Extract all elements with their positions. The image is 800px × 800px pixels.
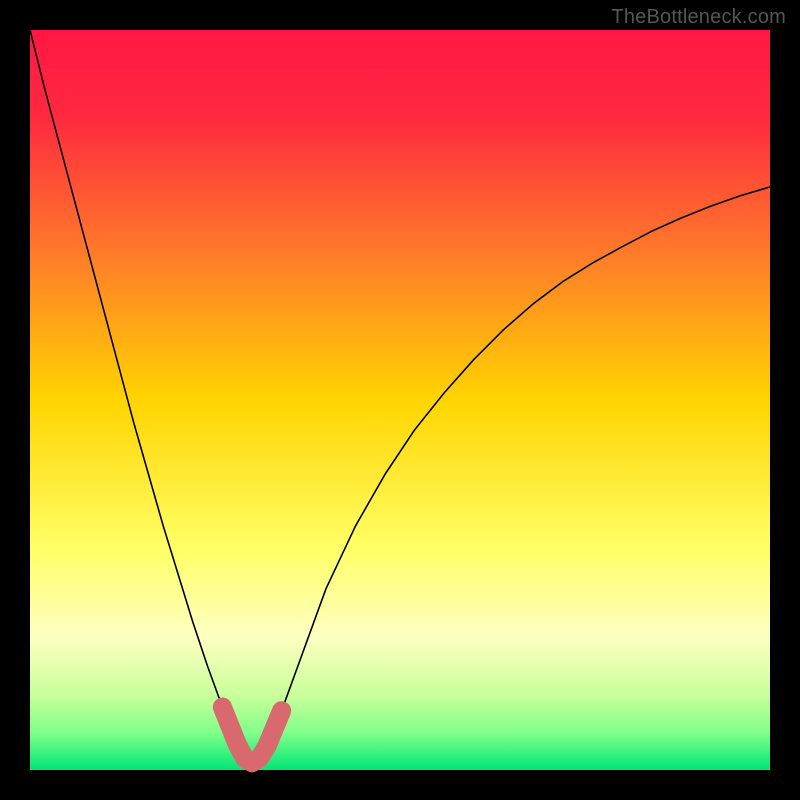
bottleneck-chart <box>0 0 800 800</box>
watermark-text: TheBottleneck.com <box>611 6 786 29</box>
chart-container: TheBottleneck.com <box>0 0 800 800</box>
plot-background <box>30 30 770 770</box>
